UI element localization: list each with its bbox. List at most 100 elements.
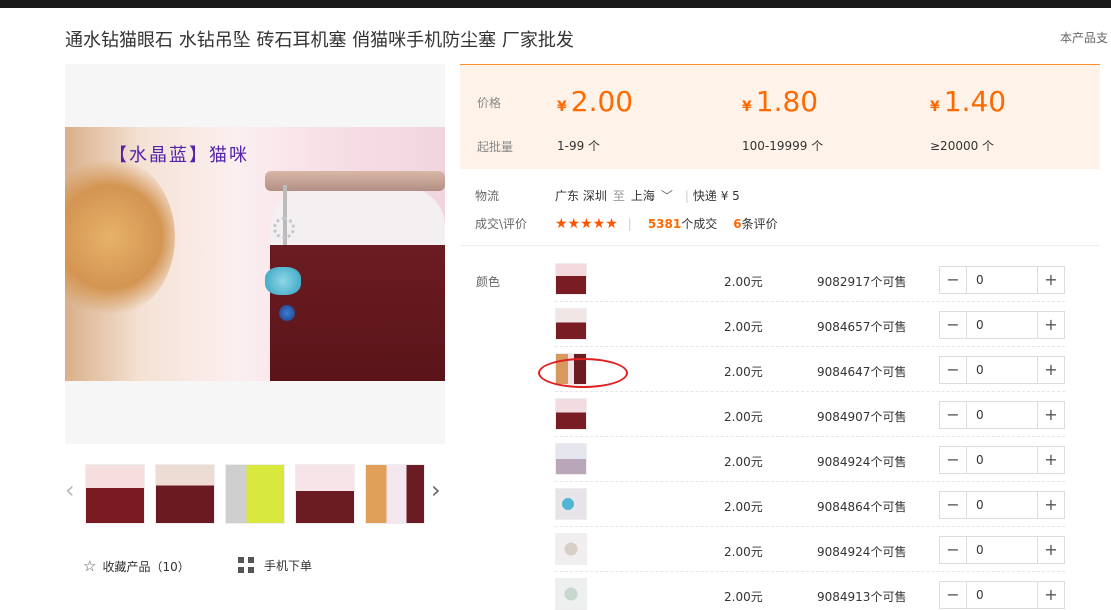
minus-icon[interactable]: − — [940, 402, 967, 428]
quantity-stepper: − + — [939, 446, 1065, 474]
sku-stock: 9084924个可售 — [817, 545, 907, 559]
price-value: 2.00 — [570, 85, 634, 118]
minus-icon[interactable]: − — [940, 267, 967, 293]
thumbnail-strip: ‹ › — [65, 464, 445, 524]
quantity-input[interactable] — [968, 582, 1038, 608]
quantity-input[interactable] — [968, 357, 1038, 383]
plus-icon[interactable]: + — [1037, 537, 1064, 563]
quantity-input[interactable] — [968, 447, 1038, 473]
minus-icon[interactable]: − — [940, 447, 967, 473]
plus-icon[interactable]: + — [1037, 447, 1064, 473]
plus-icon[interactable]: + — [1037, 492, 1064, 518]
plus-icon[interactable]: + — [1037, 267, 1064, 293]
minus-icon[interactable]: − — [940, 492, 967, 518]
mobile-order-button[interactable]: 手机下单 — [238, 557, 312, 574]
sku-stock: 9084913个可售 — [817, 590, 907, 604]
chevron-right-icon[interactable]: › — [431, 476, 441, 504]
sku-price: 2.00元 — [724, 410, 763, 424]
deals-label: 个成交 — [681, 217, 718, 231]
support-note: 本产品支 — [1060, 31, 1109, 45]
sku-row: 2.00元 9084924个可售 − + — [555, 527, 1065, 572]
logistics-label: 物流 — [475, 189, 500, 203]
quantity-input[interactable] — [968, 267, 1038, 293]
quantity-stepper: − + — [939, 266, 1065, 294]
ship-origin: 广东 深圳 — [555, 189, 607, 203]
star-outline-icon: ☆ — [83, 557, 97, 575]
quantity-input[interactable] — [968, 402, 1038, 428]
sku-stock: 9082917个可售 — [817, 275, 907, 289]
ship-destination[interactable]: 上海 — [631, 189, 655, 203]
quantity-input[interactable] — [968, 537, 1038, 563]
photo-cat-charm — [265, 267, 301, 295]
sku-swatch-image[interactable] — [555, 533, 587, 565]
qr-code-icon — [238, 557, 254, 573]
sku-row: 2.00元 9084924个可售 − + — [555, 437, 1065, 482]
plus-icon[interactable]: + — [1037, 357, 1064, 383]
sku-row: 2.00元 9084657个可售 − + — [555, 302, 1065, 347]
photo-gem — [279, 305, 295, 321]
moq-tier-2: 100-19999 个 — [742, 139, 824, 153]
sku-row: 2.00元 9084913个可售 − + — [555, 572, 1065, 610]
minus-icon[interactable]: − — [940, 582, 967, 608]
sku-price: 2.00元 — [724, 365, 763, 379]
sku-swatch-image[interactable] — [555, 353, 587, 385]
chevron-down-icon[interactable]: ﹀ — [661, 189, 673, 203]
thumbnail-5[interactable] — [365, 464, 425, 524]
quantity-stepper: − + — [939, 311, 1065, 339]
sku-swatch-image[interactable] — [555, 443, 587, 475]
favorite-button[interactable]: ☆ 收藏产品（10） — [83, 557, 190, 575]
sku-price: 2.00元 — [724, 320, 763, 334]
sku-price: 2.00元 — [724, 275, 763, 289]
yen-symbol: ¥ — [742, 99, 752, 115]
price-value: 1.40 — [943, 85, 1007, 118]
sku-swatch-image[interactable] — [555, 263, 587, 295]
product-photo: 【水晶蓝】猫咪 — [65, 127, 445, 381]
price-tier-2: ¥1.80 — [742, 85, 818, 118]
price-panel: 价格 起批量 ¥2.00 ¥1.80 ¥1.40 1-99 个 100-1999… — [460, 64, 1100, 169]
sku-swatch-image[interactable] — [555, 398, 587, 430]
sku-swatch-image[interactable] — [555, 578, 587, 610]
sku-swatch-image[interactable] — [555, 308, 587, 340]
product-title: 通水钻猫眼石 水钻吊坠 砖石耳机塞 俏猫咪手机防尘塞 厂家批发 — [65, 30, 574, 51]
shipping-fee: 快递 ¥ 5 — [692, 189, 740, 203]
main-product-image[interactable]: 【水晶蓝】猫咪 — [65, 64, 445, 444]
sku-row: 2.00元 9084647个可售 − + — [555, 347, 1065, 392]
sku-price: 2.00元 — [724, 500, 763, 514]
thumbnail-2[interactable] — [155, 464, 215, 524]
sku-stock: 9084657个可售 — [817, 320, 907, 334]
price-tier-1: ¥2.00 — [557, 85, 633, 118]
sku-swatch-image[interactable] — [555, 488, 587, 520]
moq-tier-1: 1-99 个 — [557, 139, 601, 153]
sku-row: 2.00元 9084907个可售 − + — [555, 392, 1065, 437]
plus-icon[interactable]: + — [1037, 582, 1064, 608]
sku-price: 2.00元 — [724, 590, 763, 604]
photo-phone — [265, 171, 445, 191]
plus-icon[interactable]: + — [1037, 402, 1064, 428]
plus-icon[interactable]: + — [1037, 312, 1064, 338]
thumbnail-4[interactable] — [295, 464, 355, 524]
deals-count[interactable]: 5381 — [648, 217, 681, 231]
thumbnail-1[interactable] — [85, 464, 145, 524]
minus-icon[interactable]: − — [940, 537, 967, 563]
favorite-label: 收藏产品（10） — [102, 560, 190, 574]
top-nav-bar — [0, 0, 1111, 8]
photo-flower-charm — [273, 217, 295, 239]
minus-icon[interactable]: − — [940, 312, 967, 338]
sku-stock: 9084907个可售 — [817, 410, 907, 424]
minus-icon[interactable]: − — [940, 357, 967, 383]
price-tier-3: ¥1.40 — [930, 85, 1006, 118]
mobile-order-label: 手机下单 — [264, 559, 313, 573]
sku-stock: 9084647个可售 — [817, 365, 907, 379]
separator: | — [627, 217, 632, 231]
photo-fur-decoration — [65, 157, 175, 317]
reviews-count[interactable]: 6 — [733, 217, 741, 231]
yen-symbol: ¥ — [930, 99, 940, 115]
chevron-left-icon[interactable]: ‹ — [65, 476, 75, 504]
quantity-input[interactable] — [968, 492, 1038, 518]
thumbnail-3[interactable] — [225, 464, 285, 524]
sku-row: 2.00元 9084864个可售 − + — [555, 482, 1065, 527]
quantity-input[interactable] — [968, 312, 1038, 338]
sku-price: 2.00元 — [724, 455, 763, 469]
photo-caption: 【水晶蓝】猫咪 — [109, 145, 249, 166]
sku-stock: 9084864个可售 — [817, 500, 907, 514]
